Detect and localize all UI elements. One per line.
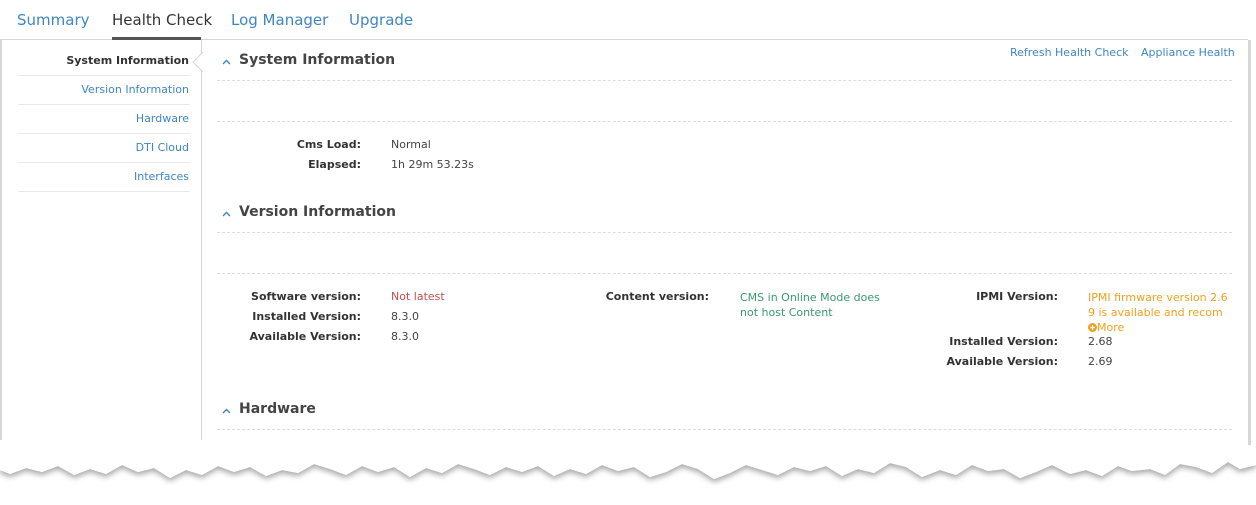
sidebar-item-hardware[interactable]: Hardware (18, 105, 190, 134)
ipmi-more-link[interactable]: More (1088, 320, 1230, 335)
ipmi-available-label: Available Version: (946, 355, 1058, 368)
ipmi-installed-label: Installed Version: (949, 335, 1058, 348)
chevron-up-icon (222, 211, 231, 217)
sidebar: System Information Version Information H… (0, 40, 202, 440)
section-title: System Information (239, 52, 396, 68)
software-available-value: 8.3.0 (391, 330, 419, 343)
tab-upgrade[interactable]: Upgrade (349, 11, 413, 29)
cms-load-value: Normal (391, 138, 431, 151)
ipmi-available-value: 2.69 (1088, 355, 1113, 368)
divider (217, 121, 1232, 122)
ipmi-installed-value: 2.68 (1088, 335, 1113, 348)
ipmi-version-notice: IPMI firmware version 2.69 is available … (1088, 290, 1230, 335)
elapsed-value: 1h 29m 53.23s (391, 158, 474, 171)
divider (217, 80, 1232, 81)
software-version-label: Software version: (251, 290, 361, 303)
sidebar-item-interfaces[interactable]: Interfaces (18, 163, 190, 192)
tab-log-manager[interactable]: Log Manager (231, 11, 328, 29)
software-installed-value: 8.3.0 (391, 310, 419, 323)
sidebar-item-system-information[interactable]: System Information (18, 47, 190, 76)
content-version-label: Content version: (605, 290, 709, 303)
tab-summary[interactable]: Summary (17, 11, 90, 29)
divider (217, 429, 1232, 430)
tab-health-check[interactable]: Health Check (112, 11, 212, 29)
section-title: Hardware (239, 401, 316, 417)
torn-edge-decoration (0, 445, 1256, 479)
elapsed-label: Elapsed: (308, 158, 361, 171)
content-version-value: CMS in Online Mode does not host Content (740, 291, 880, 319)
main-panel: Refresh Health Check Appliance Health Sy… (203, 40, 1248, 440)
divider (217, 232, 1232, 233)
chevron-up-icon (222, 59, 231, 65)
software-installed-label: Installed Version: (252, 310, 361, 323)
active-item-pointer (192, 52, 203, 72)
divider (217, 273, 1232, 274)
software-available-label: Available Version: (249, 330, 361, 343)
chevron-up-icon (222, 408, 231, 414)
tab-bar: Summary Health Check Log Manager Upgrade (0, 0, 1248, 40)
section-title: Version Information (239, 204, 396, 220)
software-version-value: Not latest (391, 290, 445, 303)
sidebar-item-dti-cloud[interactable]: DTI Cloud (18, 134, 190, 163)
refresh-health-check-link[interactable]: Refresh Health Check (1010, 46, 1129, 59)
appliance-health-link[interactable]: Appliance Health (1141, 46, 1235, 59)
scrollbar-edge[interactable] (1248, 40, 1251, 460)
cms-load-label: Cms Load: (296, 138, 361, 151)
ipmi-version-value: IPMI firmware version 2.69 is available … (1088, 291, 1228, 319)
sidebar-item-version-information[interactable]: Version Information (18, 76, 190, 105)
plus-circle-icon (1088, 323, 1097, 332)
ipmi-more-label: More (1097, 321, 1125, 334)
ipmi-version-label: IPMI Version: (976, 290, 1058, 303)
